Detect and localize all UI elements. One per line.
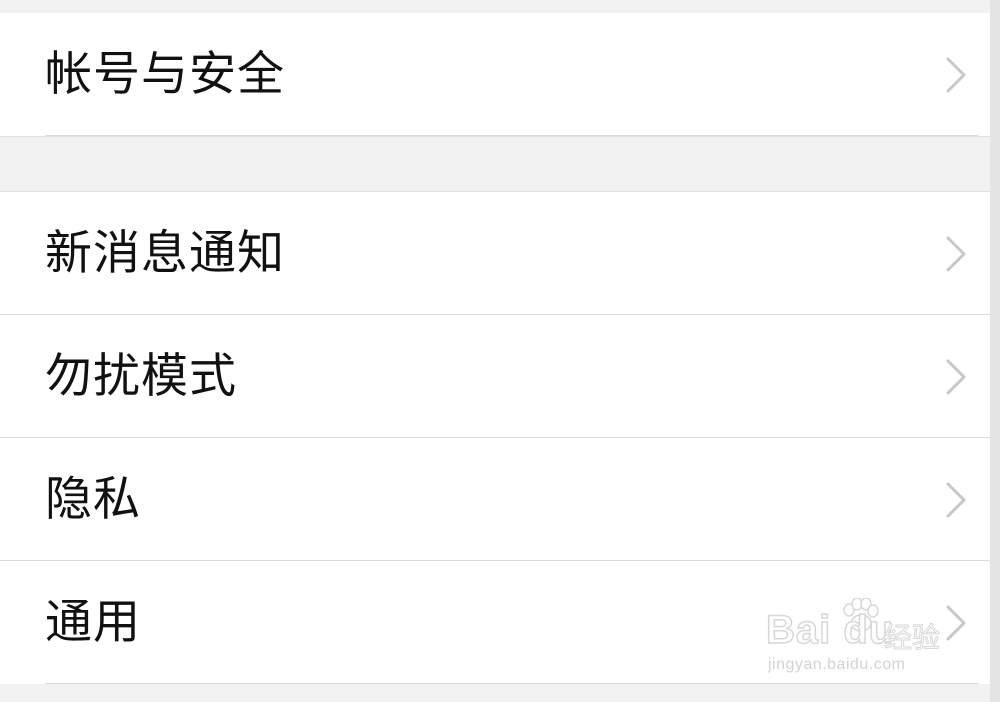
chevron-right-icon <box>946 359 966 394</box>
settings-item-account-security[interactable]: 帐号与安全 <box>0 13 990 136</box>
baidu-jingyan-watermark: Bai du 经验 jingyan.baidu.com <box>765 598 956 682</box>
settings-item-label: 通用 <box>45 595 141 650</box>
settings-item-do-not-disturb[interactable]: 勿扰模式 <box>0 315 1000 438</box>
group-separator <box>0 136 990 192</box>
settings-group-account: 帐号与安全 <box>0 13 990 136</box>
settings-item-label: 帐号与安全 <box>45 47 285 102</box>
chevron-right-icon <box>946 482 966 517</box>
watermark-brand-cn: 经验 <box>883 621 941 655</box>
settings-item-new-message-notification[interactable]: 新消息通知 <box>0 192 1000 315</box>
watermark-site: jingyan.baidu.com <box>768 656 906 673</box>
chevron-right-icon <box>946 57 966 92</box>
settings-item-label: 新消息通知 <box>45 226 285 281</box>
settings-item-privacy[interactable]: 隐私 <box>0 438 1000 561</box>
settings-list: 帐号与安全 新消息通知 勿扰模式 隐私 通用 <box>0 0 1000 702</box>
scrollbar[interactable] <box>990 0 1000 702</box>
settings-item-label: 隐私 <box>45 472 141 527</box>
chevron-right-icon <box>946 236 966 271</box>
watermark-brand: Bai du <box>765 607 895 653</box>
settings-item-label: 勿扰模式 <box>45 349 237 404</box>
top-spacer <box>0 0 990 13</box>
